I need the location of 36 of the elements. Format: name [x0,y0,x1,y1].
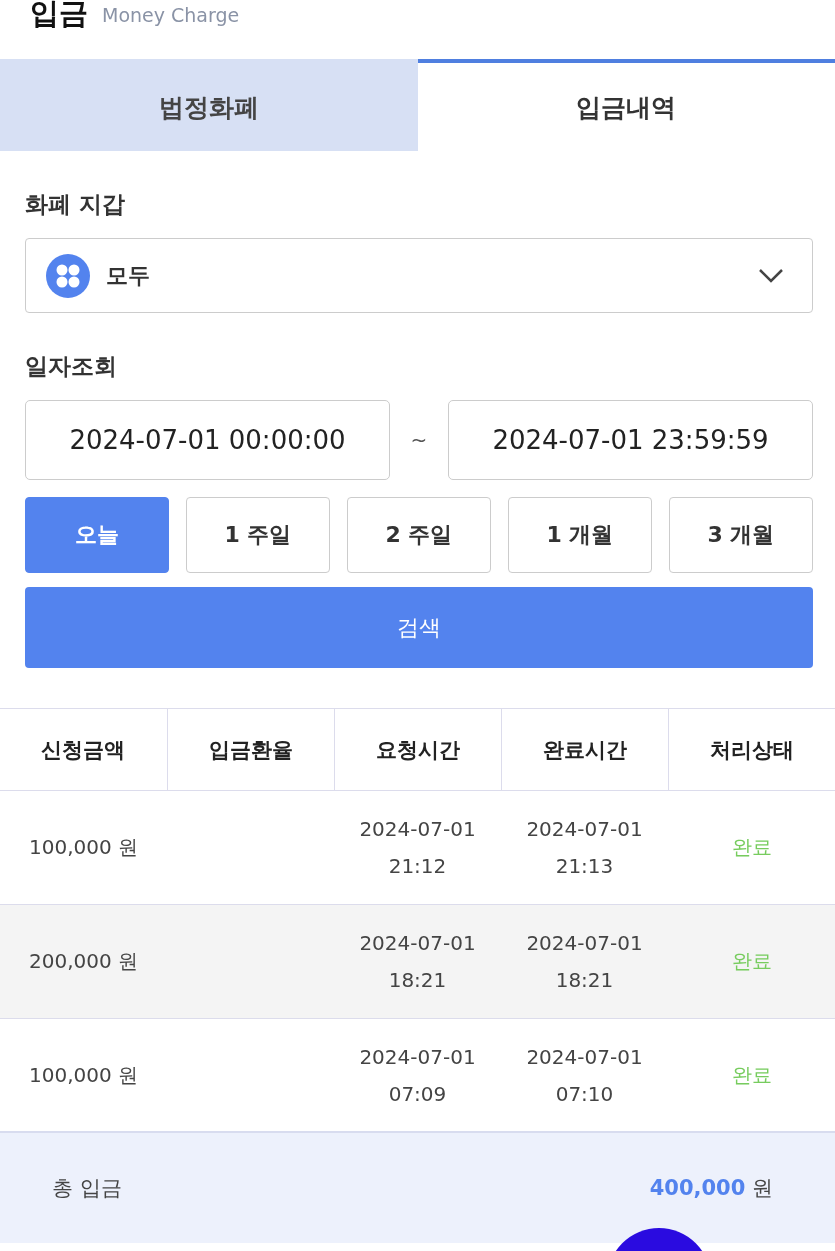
status-text: 완료 [731,949,772,973]
date-filter-label: 일자조회 [25,352,118,381]
period-button[interactable]: 3 개월 [669,497,813,573]
status-text: 완료 [731,1063,772,1087]
column-header: 입금환율 [167,708,334,791]
status-text: 완료 [731,835,772,859]
period-button[interactable]: 1 주일 [186,497,330,573]
range-separator: ~ [409,428,429,452]
request-time-cell-text: 2024-07-01 18:21 [358,929,477,994]
period-button[interactable]: 오늘 [25,497,169,573]
wallet-label: 화폐 지갑 [25,190,126,219]
column-header: 처리상태 [668,708,835,791]
tab[interactable]: 법정화폐 [0,59,418,151]
amount-cell: 100,000 원 [0,790,167,905]
end-date-field[interactable]: 2024-07-01 23:59:59 [448,400,813,480]
column-header: 요청시간 [334,708,501,791]
total-amount: 400,000 원 [649,1175,773,1202]
complete-time-cell-text: 2024-07-01 18:21 [525,929,644,994]
complete-time-cell-text: 2024-07-01 07:10 [525,1043,644,1108]
page-subtitle: Money Charge [102,4,240,26]
column-header: 완료시간 [501,708,668,791]
chevron-down-icon [758,267,784,284]
request-time-cell-text: 2024-07-01 21:12 [358,815,477,880]
period-button[interactable]: 1 개월 [508,497,652,573]
total-label: 총 입금 [52,1175,122,1202]
complete-time-cell-text: 2024-07-01 21:13 [525,815,644,880]
start-date-field[interactable]: 2024-07-01 00:00:00 [25,400,390,480]
column-header: 신청금액 [0,708,167,791]
search-button[interactable]: 검색 [25,587,813,668]
period-button[interactable]: 2 주일 [347,497,491,573]
page-title: 입금 [30,0,88,32]
wallet-select[interactable]: 모두 [25,238,813,313]
grid-icon [46,253,90,298]
wallet-value: 모두 [106,261,151,290]
amount-cell: 200,000 원 [0,904,167,1019]
request-time-cell-text: 2024-07-01 07:09 [358,1043,477,1108]
